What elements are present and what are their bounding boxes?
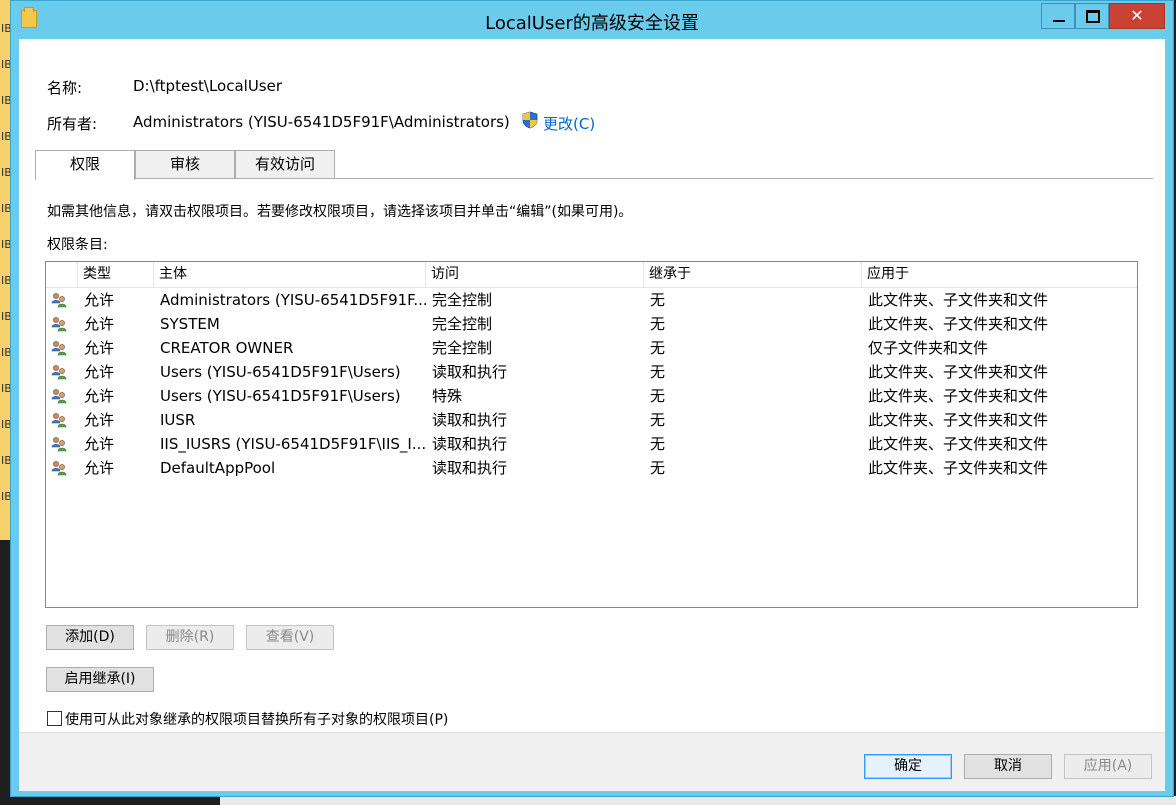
cell-applies-to: 此文件夹、子文件夹和文件 — [868, 363, 1049, 381]
cell-applies-to: 此文件夹、子文件夹和文件 — [868, 411, 1049, 429]
column-header-principal[interactable]: 主体 — [154, 262, 426, 287]
user-group-icon — [51, 365, 67, 380]
background-desktop-strip — [220, 796, 1176, 805]
owner-label: 所有者: — [47, 115, 98, 133]
cell-access: 读取和执行 — [432, 459, 508, 477]
cell-access: 读取和执行 — [432, 435, 508, 453]
cell-inherited-from: 无 — [650, 315, 666, 333]
column-header-applies-to[interactable]: 应用于 — [862, 262, 1137, 287]
cell-inherited-from: 无 — [650, 363, 666, 381]
cancel-button[interactable]: 取消 — [964, 754, 1052, 779]
apply-button[interactable]: 应用(A) — [1064, 754, 1152, 779]
cell-access: 完全控制 — [432, 291, 493, 309]
user-group-icon — [51, 437, 67, 452]
cell-type: 允许 — [84, 339, 115, 357]
cell-access: 完全控制 — [432, 339, 493, 357]
cell-access: 特殊 — [432, 387, 463, 405]
tab-effective-access[interactable]: 有效访问 — [235, 150, 335, 178]
minimize-button[interactable] — [1041, 3, 1075, 29]
cell-applies-to: 此文件夹、子文件夹和文件 — [868, 459, 1049, 477]
user-group-icon — [51, 461, 67, 476]
cell-access: 完全控制 — [432, 315, 493, 333]
cell-type: 允许 — [84, 411, 115, 429]
cell-principal: DefaultAppPool — [160, 459, 276, 477]
column-header-icon[interactable] — [46, 262, 78, 287]
dialog-client-area: 名称: D:\ftptest\LocalUser 所有者: Administra… — [19, 39, 1165, 791]
security-settings-window: LocalUser的高级安全设置 ✕ 名称: D:\ftptest\LocalU… — [10, 0, 1174, 797]
view-button[interactable]: 查看(V) — [246, 625, 334, 650]
column-header-type[interactable]: 类型 — [78, 262, 154, 287]
name-value: D:\ftptest\LocalUser — [133, 77, 283, 95]
cell-principal: Users (YISU-6541D5F91F\Users) — [160, 363, 401, 381]
cell-principal: IUSR — [160, 411, 196, 429]
cell-principal: Users (YISU-6541D5F91F\Users) — [160, 387, 401, 405]
dialog-footer: 确定 取消 应用(A) — [19, 732, 1165, 791]
title-bar[interactable]: LocalUser的高级安全设置 ✕ — [11, 1, 1173, 39]
cell-applies-to: 仅子文件夹和文件 — [868, 339, 989, 357]
remove-button[interactable]: 删除(R) — [146, 625, 234, 650]
user-group-icon — [51, 293, 67, 308]
replace-child-permissions-checkbox[interactable] — [47, 711, 62, 726]
user-group-icon — [51, 341, 67, 356]
cell-inherited-from: 无 — [650, 435, 666, 453]
cell-type: 允许 — [84, 387, 115, 405]
maximize-button[interactable] — [1075, 3, 1109, 29]
add-button[interactable]: 添加(D) — [46, 625, 134, 650]
table-row[interactable]: 允许 Users (YISU-6541D5F91F\Users) 特殊 无 此文件夹、子… — [46, 384, 1137, 408]
window-title: LocalUser的高级安全设置 — [485, 13, 699, 34]
column-header-inherited-from[interactable]: 继承于 — [644, 262, 862, 287]
owner-value: Administrators (YISU-6541D5F91F\Administ… — [133, 113, 510, 131]
cell-applies-to: 此文件夹、子文件夹和文件 — [868, 291, 1049, 309]
cell-principal: SYSTEM — [160, 315, 220, 333]
name-label: 名称: — [47, 79, 83, 97]
cell-applies-to: 此文件夹、子文件夹和文件 — [868, 435, 1049, 453]
table-row[interactable]: 允许 Administrators (YISU-6541D5F91F... 完全控制… — [46, 288, 1137, 312]
change-owner-link[interactable]: 更改(C) — [543, 113, 595, 134]
cell-access: 读取和执行 — [432, 411, 508, 429]
cell-type: 允许 — [84, 459, 115, 477]
enable-inheritance-button[interactable]: 启用继承(I) — [46, 667, 154, 692]
cell-inherited-from: 无 — [650, 291, 666, 309]
cell-inherited-from: 无 — [650, 459, 666, 477]
tab-auditing[interactable]: 审核 — [135, 150, 235, 178]
cell-inherited-from: 无 — [650, 411, 666, 429]
tab-permissions[interactable]: 权限 — [35, 150, 135, 180]
cell-type: 允许 — [84, 315, 115, 333]
user-group-icon — [51, 389, 67, 404]
table-row[interactable]: 允许 IUSR 读取和执行 无 此文件夹、子文件夹和文件 — [46, 408, 1137, 432]
table-row[interactable]: 允许 Users (YISU-6541D5F91F\Users) 读取和执行 无 此文件… — [46, 360, 1137, 384]
cell-type: 允许 — [84, 435, 115, 453]
user-group-icon — [51, 413, 67, 428]
table-row[interactable]: 允许 DefaultAppPool 读取和执行 无 此文件夹、子文件夹和文件 — [46, 456, 1137, 480]
cell-type: 允许 — [84, 291, 115, 309]
table-row[interactable]: 允许 IIS_IUSRS (YISU-6541D5F91F\IIS_I... 读取和… — [46, 432, 1137, 456]
cell-principal: IIS_IUSRS (YISU-6541D5F91F\IIS_I... — [160, 435, 426, 453]
cell-applies-to: 此文件夹、子文件夹和文件 — [868, 315, 1049, 333]
ok-button[interactable]: 确定 — [864, 754, 952, 779]
close-button[interactable]: ✕ — [1109, 3, 1165, 29]
cell-inherited-from: 无 — [650, 387, 666, 405]
permission-entries-list[interactable]: 类型 主体 访问 继承于 应用于 允许 Administrators (YISU-… — [45, 261, 1138, 608]
info-text: 如需其他信息，请双击权限项目。若要修改权限项目，请选择该项目并单击“编辑”(如果… — [47, 204, 633, 220]
replace-child-permissions-label[interactable]: 使用可从此对象继承的权限项目替换所有子对象的权限项目(P) — [65, 709, 448, 729]
cell-principal: Administrators (YISU-6541D5F91F... — [160, 291, 426, 309]
table-row[interactable]: 允许 SYSTEM 完全控制 无 此文件夹、子文件夹和文件 — [46, 312, 1137, 336]
user-group-icon — [51, 317, 67, 332]
cell-applies-to: 此文件夹、子文件夹和文件 — [868, 387, 1049, 405]
uac-shield-icon — [522, 111, 538, 129]
table-row[interactable]: 允许 CREATOR OWNER 完全控制 无 仅子文件夹和文件 — [46, 336, 1137, 360]
column-header-access[interactable]: 访问 — [426, 262, 644, 287]
cell-inherited-from: 无 — [650, 339, 666, 357]
cell-principal: CREATOR OWNER — [160, 339, 294, 357]
cell-type: 允许 — [84, 363, 115, 381]
permission-entries-label: 权限条目: — [47, 237, 108, 253]
cell-access: 读取和执行 — [432, 363, 508, 381]
list-header: 类型 主体 访问 继承于 应用于 — [46, 262, 1137, 288]
